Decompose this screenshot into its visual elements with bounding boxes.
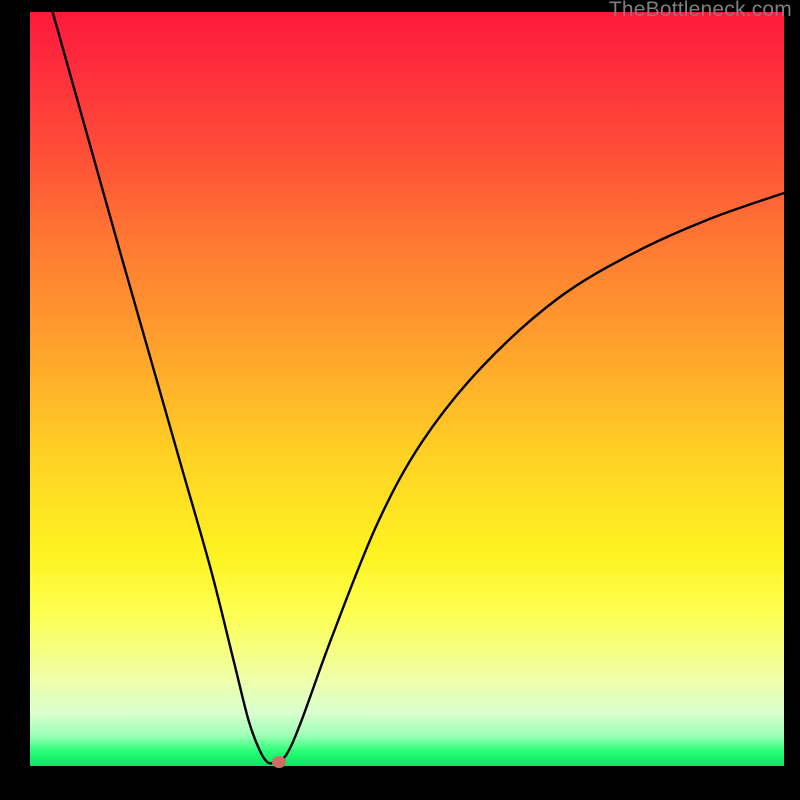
bottleneck-curve xyxy=(30,12,784,766)
watermark-text: TheBottleneck.com xyxy=(609,0,792,22)
chart-stage: TheBottleneck.com xyxy=(0,0,800,800)
plot-area xyxy=(30,12,784,766)
minimum-marker xyxy=(272,756,286,768)
